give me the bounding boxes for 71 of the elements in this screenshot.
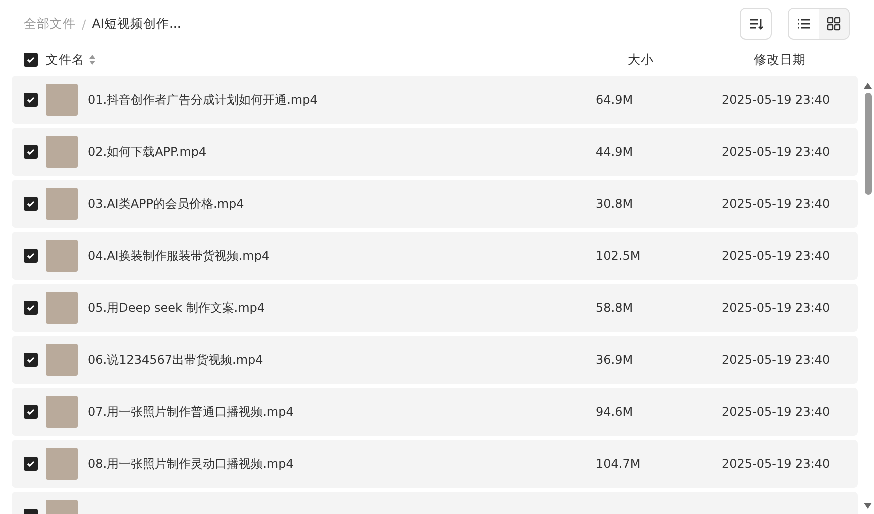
list-view-button[interactable] — [789, 9, 819, 39]
column-header: 大小 — [628, 52, 655, 68]
file-name: 02.如何下载APP.mp4 — [88, 144, 208, 160]
modified-date: 2025-05-19 23:40 — [722, 405, 832, 419]
modified-date: 2025-05-19 23:40 — [722, 145, 832, 159]
file-row[interactable]: 01.抖音创作者广告分成计划如何开通.mp4 64.9M 2025-05-19 23:40 — [12, 76, 858, 124]
video-thumbnail — [46, 240, 78, 272]
file-row[interactable]: 05.用Deep seek 制作文案.mp4 58.8M 2025-05-19 23:40 — [12, 284, 858, 332]
file-name: 04.AI换装制作服装带货视频.mp4 — [88, 248, 271, 264]
scroll-down-icon[interactable] — [863, 502, 873, 510]
video-thumbnail — [46, 292, 78, 324]
file-name: 07.用一张照片制作普通口播视频.mp4 — [88, 404, 295, 420]
file-size: 64.9M — [596, 93, 634, 107]
checkmark-icon — [26, 55, 36, 65]
video-thumbnail — [46, 84, 78, 116]
video-thumbnail — [46, 396, 78, 428]
file-size: 58.8M — [596, 301, 634, 315]
file-size: 104.7M — [596, 457, 642, 471]
checkmark-icon — [26, 407, 36, 417]
file-row[interactable]: 06.说1234567出带货视频.mp4 36.9M 2025-05-19 23:40 — [12, 336, 858, 384]
checkmark-icon — [26, 355, 36, 365]
file-row[interactable]: 04.AI换装制作服装带货视频.mp4 102.5M 2025-05-19 23:40 — [12, 232, 858, 280]
file-name: 05.用Deep seek 制作文案.mp4 — [88, 300, 266, 316]
file-size: 102.5M — [596, 249, 642, 263]
breadcrumb-item: AI短视频创作... — [92, 16, 182, 32]
modified-date: 2025-05-19 23:40 — [722, 353, 832, 367]
video-thumbnail — [46, 188, 78, 220]
grid-icon — [827, 17, 841, 31]
video-thumbnail — [46, 448, 78, 480]
checkmark-icon — [26, 199, 36, 209]
file-name: 03.AI类APP的会员价格.mp4 — [88, 196, 246, 212]
column-header[interactable]: 文件名 — [46, 52, 85, 68]
modified-date: 2025-05-19 23:40 — [722, 301, 832, 315]
file-name: 01.抖音创作者广告分成计划如何开通.mp4 — [88, 92, 319, 108]
checkmark-icon — [26, 95, 36, 105]
modified-date: 2025-05-19 23:40 — [722, 249, 832, 263]
sort-arrows-icon[interactable] — [89, 54, 96, 66]
scroll-up-icon[interactable] — [863, 82, 873, 90]
sort-button[interactable] — [740, 8, 772, 40]
checkmark-icon — [26, 147, 36, 157]
checkmark-icon — [26, 303, 36, 313]
row-checkbox[interactable] — [24, 197, 38, 211]
column-header: 修改日期 — [754, 52, 807, 68]
checkmark-icon — [26, 251, 36, 261]
row-checkbox[interactable] — [24, 457, 38, 471]
row-checkbox[interactable] — [24, 301, 38, 315]
file-name: 06.说1234567出带货视频.mp4 — [88, 352, 264, 368]
row-checkbox[interactable] — [24, 405, 38, 419]
video-thumbnail — [46, 136, 78, 168]
list-icon — [797, 17, 811, 31]
select-all-checkbox[interactable] — [24, 53, 38, 67]
row-checkbox[interactable] — [24, 93, 38, 107]
breadcrumb-separator: / — [82, 16, 86, 32]
file-size: 36.9M — [596, 353, 634, 367]
row-checkbox[interactable] — [24, 249, 38, 263]
row-checkbox[interactable] — [24, 145, 38, 159]
file-size: 94.6M — [596, 405, 634, 419]
file-row[interactable]: 07.用一张照片制作普通口播视频.mp4 94.6M 2025-05-19 23:40 — [12, 388, 858, 436]
video-thumbnail — [46, 344, 78, 376]
modified-date: 2025-05-19 23:40 — [722, 197, 832, 211]
file-size: 30.8M — [596, 197, 634, 211]
checkmark-icon — [26, 459, 36, 469]
modified-date: 2025-05-19 23:40 — [722, 93, 832, 107]
sort-icon — [748, 16, 764, 32]
modified-date: 2025-05-19 23:40 — [722, 457, 832, 471]
file-row[interactable]: 08.用一张照片制作灵动口播视频.mp4 104.7M 2025-05-19 23:40 — [12, 440, 858, 488]
file-row[interactable]: 02.如何下载APP.mp4 44.9M 2025-05-19 23:40 — [12, 128, 858, 176]
file-row[interactable]: 03.AI类APP的会员价格.mp4 30.8M 2025-05-19 23:40 — [12, 180, 858, 228]
file-name: 08.用一张照片制作灵动口播视频.mp4 — [88, 456, 295, 472]
row-checkbox[interactable] — [24, 353, 38, 367]
file-size: 44.9M — [596, 145, 634, 159]
